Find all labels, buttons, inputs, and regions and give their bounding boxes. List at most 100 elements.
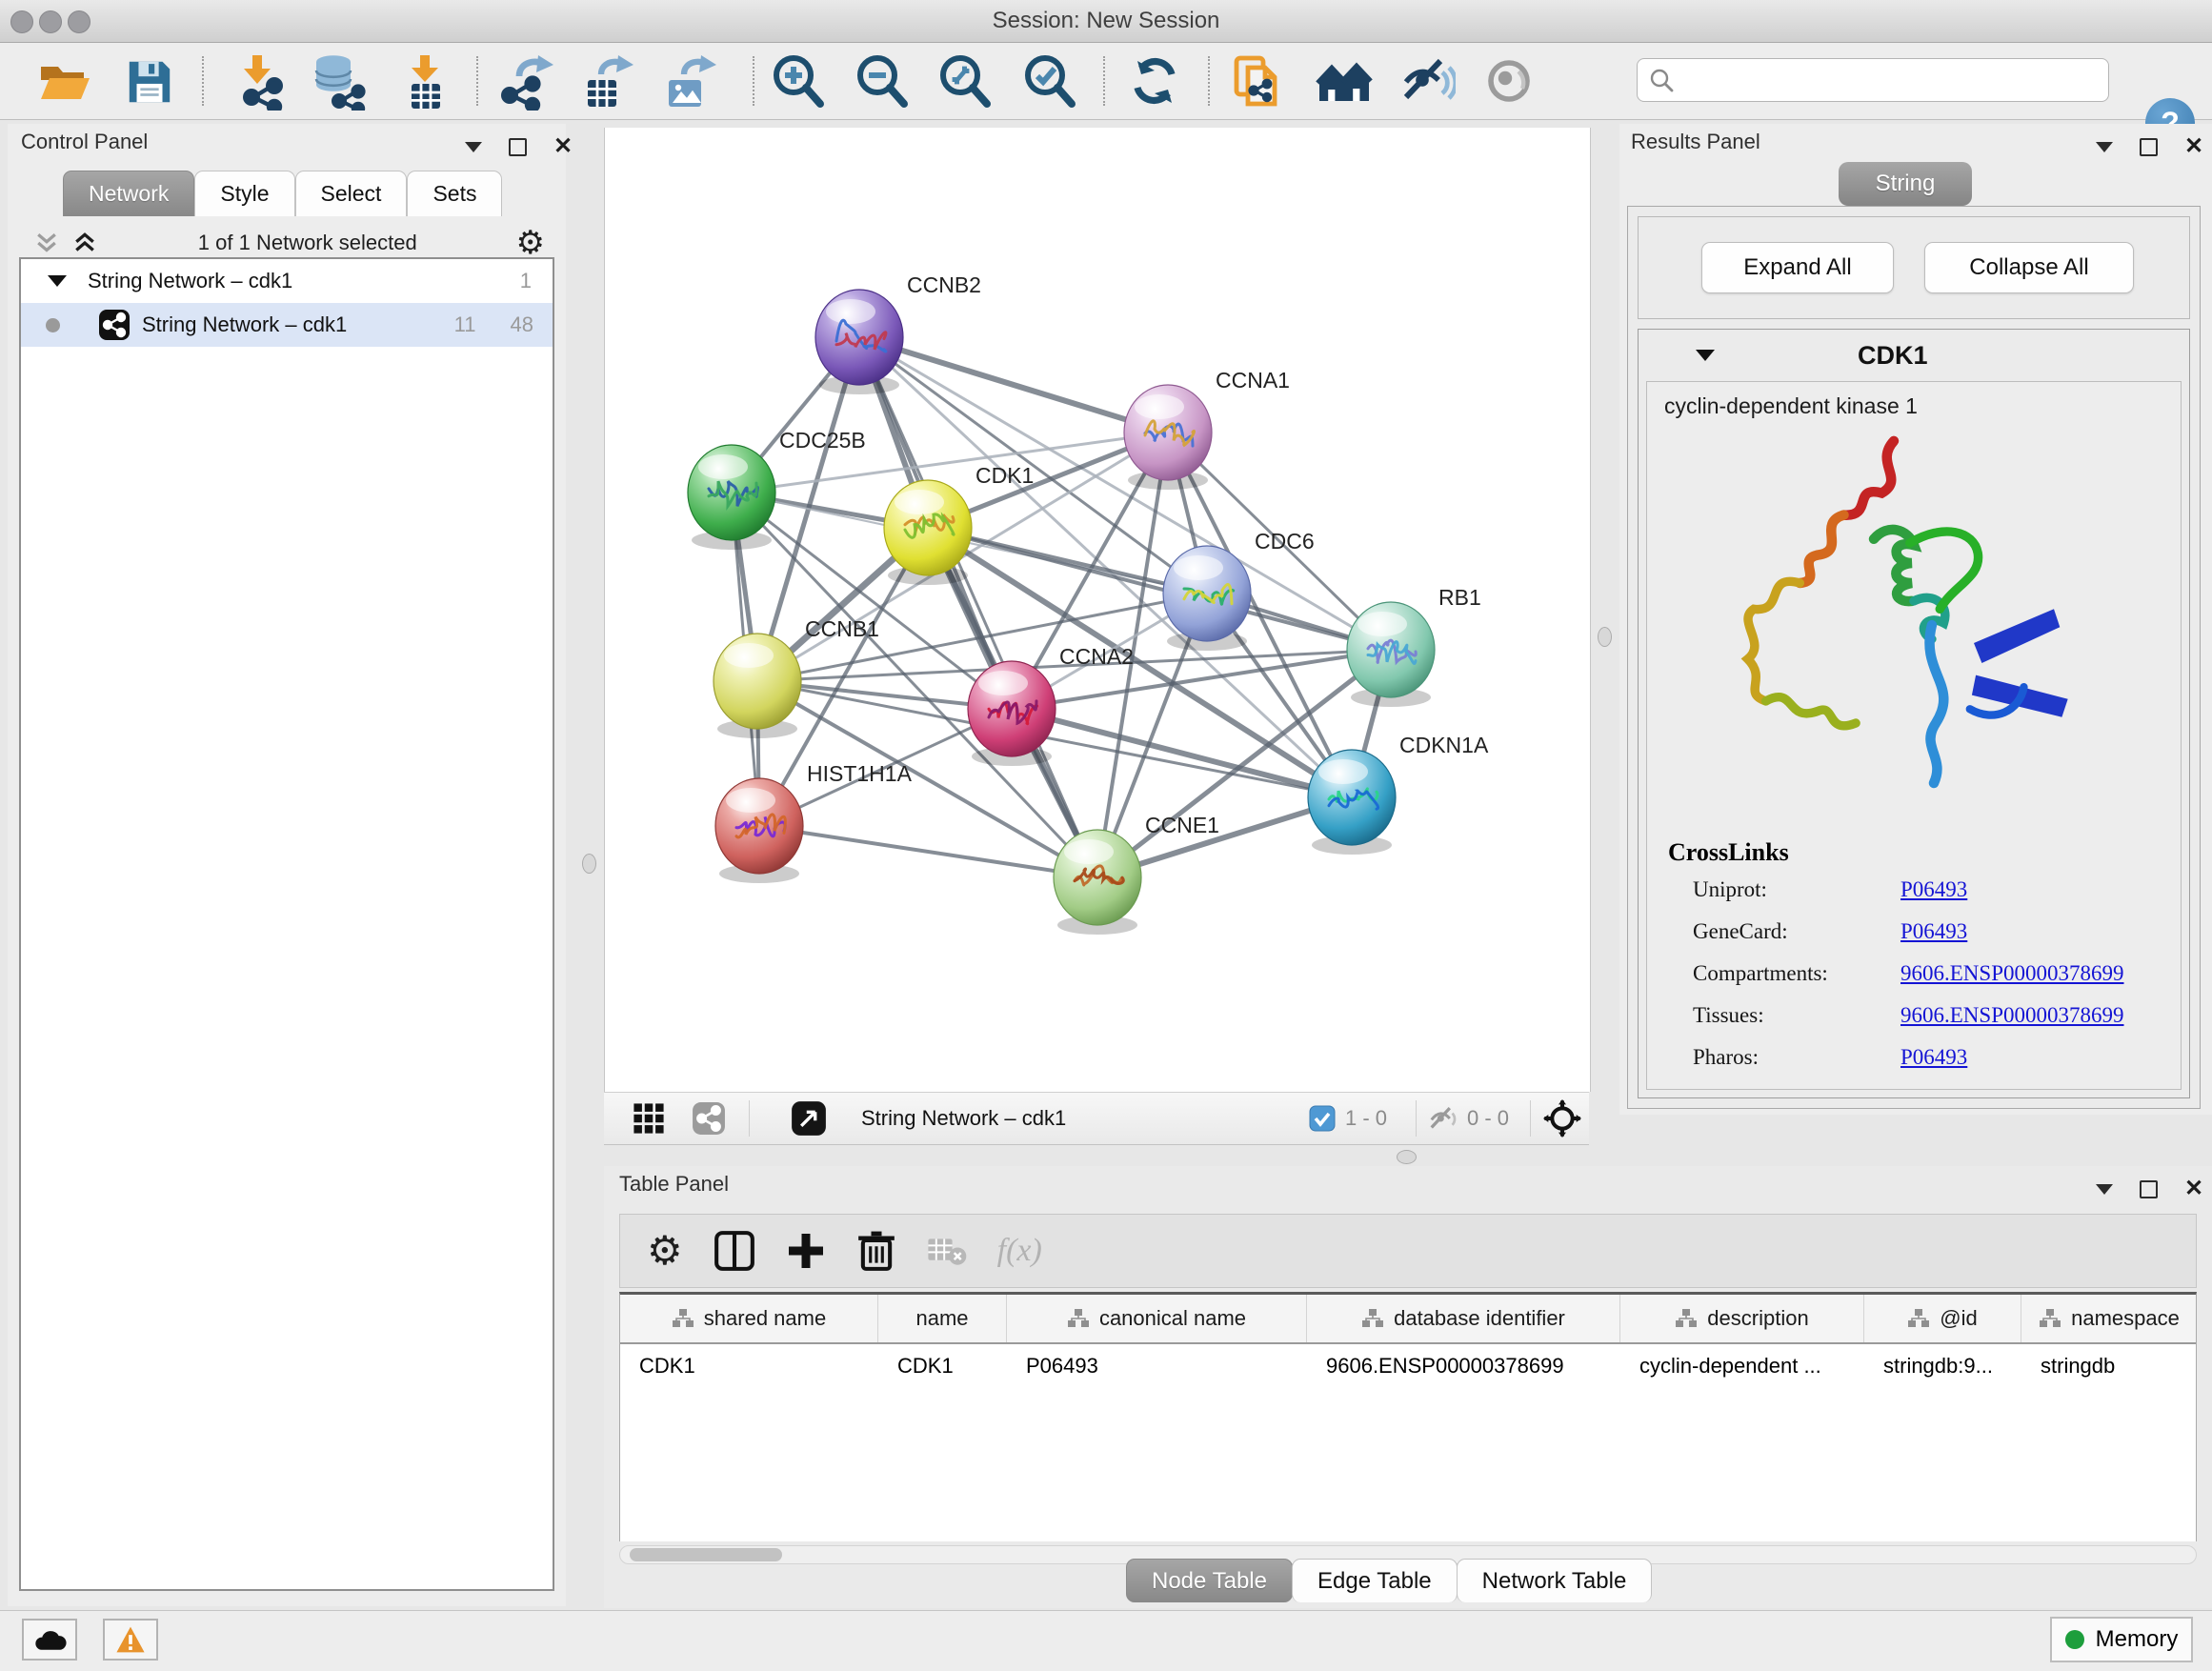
right-splitter-handle[interactable] <box>1598 627 1612 647</box>
panel-close-icon[interactable]: ✕ <box>2184 1178 2203 1200</box>
network-collection-row[interactable]: String Network – cdk1 1 <box>21 259 553 303</box>
crosslink-link[interactable]: 9606.ENSP00000378699 <box>1900 1003 2124 1028</box>
zoom-in-button[interactable] <box>758 52 838 111</box>
tab-sets[interactable]: Sets <box>407 171 502 216</box>
column-header-canonical-name[interactable]: canonical name <box>1007 1295 1307 1342</box>
graph-node-label-RB1: RB1 <box>1438 585 1481 610</box>
expand-all-chevrons-icon[interactable] <box>70 229 99 257</box>
clone-network-button[interactable] <box>1218 52 1298 111</box>
import-network-from-file-button[interactable] <box>217 52 297 111</box>
panel-close-icon[interactable]: ✕ <box>2184 135 2203 158</box>
zoom-in-icon <box>771 54 826 110</box>
import-network-from-database-button[interactable] <box>297 52 377 111</box>
tab-edge-table[interactable]: Edge Table <box>1292 1559 1458 1602</box>
zoom-out-button[interactable] <box>842 52 922 111</box>
search-input[interactable] <box>1681 67 2108 93</box>
zoom-selected-button[interactable] <box>1010 52 1090 111</box>
network-row[interactable]: String Network – cdk1 11 48 <box>21 303 553 347</box>
column-header--id[interactable]: @id <box>1864 1295 2021 1342</box>
collection-expand-icon[interactable] <box>48 275 67 287</box>
tab-select[interactable]: Select <box>295 171 408 216</box>
export-table-button[interactable] <box>567 52 647 111</box>
column-header-description[interactable]: description <box>1620 1295 1864 1342</box>
table-cell: stringdb <box>2021 1344 2197 1388</box>
crosslink-link[interactable]: P06493 <box>1900 1045 1967 1070</box>
collapse-all-button[interactable]: Collapse All <box>1924 242 2134 293</box>
table-cell: P06493 <box>1007 1344 1307 1388</box>
column-header-database-identifier[interactable]: database identifier <box>1307 1295 1620 1342</box>
fit-content-icon <box>937 54 993 110</box>
left-splitter-handle[interactable] <box>582 854 596 874</box>
statusbar-separator <box>749 1100 750 1137</box>
save-session-button[interactable] <box>110 52 190 111</box>
protein-entry-header[interactable]: CDK1 <box>1639 330 2189 381</box>
tab-network[interactable]: Network <box>63 171 194 216</box>
warnings-button[interactable] <box>103 1619 158 1661</box>
import-table-from-file-button[interactable] <box>385 52 465 111</box>
search-icon <box>1649 68 1674 92</box>
export-network-button[interactable] <box>485 52 565 111</box>
show-all-button[interactable] <box>1471 52 1551 111</box>
horizontal-splitter-handle[interactable] <box>1397 1150 1417 1164</box>
panel-menu-icon[interactable] <box>465 142 482 152</box>
tab-node-table[interactable]: Node Table <box>1126 1559 1293 1602</box>
graph-node-CDC6[interactable]: CDC6 <box>1163 529 1315 651</box>
panel-float-icon[interactable] <box>509 138 527 156</box>
crosslink-row: Pharos:P06493 <box>1647 1037 2181 1078</box>
graph-node-HIST1H1A[interactable]: HIST1H1A <box>715 761 913 883</box>
fit-content-button[interactable] <box>925 52 1005 111</box>
network-view-canvas[interactable]: CCNB2CCNA1CDC25BCDK1CDC6RB1CCNB1CCNA2CDK… <box>604 128 1591 1092</box>
houses-icon <box>1316 57 1373 107</box>
cloud-status-button[interactable] <box>22 1619 77 1661</box>
entry-expand-icon[interactable] <box>1696 350 1715 361</box>
network-options-gear-icon[interactable]: ⚙ <box>516 227 545 259</box>
birdseye-toggle[interactable] <box>791 1093 827 1144</box>
center-view-button[interactable] <box>1543 1093 1581 1144</box>
open-session-button[interactable] <box>25 52 105 111</box>
crosslink-row: Uniprot:P06493 <box>1647 869 2181 911</box>
tab-network-table[interactable]: Network Table <box>1457 1559 1653 1602</box>
hide-selected-button[interactable] <box>1388 52 1468 111</box>
table-options-gear-icon[interactable]: ⚙ <box>647 1231 683 1271</box>
graph-node-CCNB2[interactable]: CCNB2 <box>815 272 981 394</box>
tab-style[interactable]: Style <box>194 171 294 216</box>
hidden-count-indicator[interactable]: 0 - 0 <box>1429 1093 1509 1144</box>
panel-menu-icon[interactable] <box>2096 142 2113 152</box>
panel-float-icon[interactable] <box>2140 1180 2158 1198</box>
column-header-namespace[interactable]: namespace <box>2021 1295 2197 1342</box>
tab-string[interactable]: String <box>1839 162 1972 206</box>
first-neighbors-button[interactable] <box>1304 52 1384 111</box>
column-header-name[interactable]: name <box>878 1295 1007 1342</box>
table-row[interactable]: CDK1CDK1P064939606.ENSP00000378699cyclin… <box>620 1344 2196 1388</box>
view-network-toggle[interactable] <box>692 1093 726 1144</box>
graph-node-CDKN1A[interactable]: CDKN1A <box>1308 733 1489 855</box>
delete-column-icon[interactable] <box>856 1230 896 1272</box>
show-columns-icon[interactable] <box>714 1230 755 1272</box>
current-network-name: String Network – cdk1 <box>861 1093 1066 1144</box>
graph-node-CDC25B[interactable]: CDC25B <box>688 428 866 550</box>
column-header-shared-name[interactable]: shared name <box>620 1295 878 1342</box>
panel-menu-icon[interactable] <box>2096 1184 2113 1195</box>
export-image-button[interactable] <box>650 52 730 111</box>
view-grid-toggle[interactable] <box>633 1093 665 1144</box>
table-panel-header-icons: ✕ <box>2096 1178 2203 1200</box>
crosslink-link[interactable]: 9606.ENSP00000378699 <box>1900 961 2124 986</box>
add-column-icon[interactable] <box>786 1231 826 1271</box>
collapse-all-chevrons-icon[interactable] <box>32 229 61 257</box>
panel-float-icon[interactable] <box>2140 138 2158 156</box>
panel-close-icon[interactable]: ✕ <box>553 135 573 158</box>
scrollbar-thumb[interactable] <box>630 1548 782 1561</box>
selected-count-indicator[interactable]: 1 - 0 <box>1309 1093 1387 1144</box>
table-cell: CDK1 <box>620 1344 878 1388</box>
graph-node-RB1[interactable]: RB1 <box>1347 585 1481 707</box>
table-body: CDK1CDK1P064939606.ENSP00000378699cyclin… <box>620 1344 2196 1388</box>
network-graph[interactable]: CCNB2CCNA1CDC25BCDK1CDC6RB1CCNB1CCNA2CDK… <box>605 128 1590 1092</box>
cloud-icon <box>32 1626 67 1653</box>
crosslink-link[interactable]: P06493 <box>1900 919 1967 944</box>
expand-all-button[interactable]: Expand All <box>1701 242 1894 293</box>
memory-button[interactable]: Memory <box>2050 1617 2193 1662</box>
apply-layout-button[interactable] <box>1115 52 1195 111</box>
search-field[interactable] <box>1637 58 2109 102</box>
crosslink-link[interactable]: P06493 <box>1900 877 1967 902</box>
crosslinks-heading: CrossLinks <box>1647 823 2181 869</box>
